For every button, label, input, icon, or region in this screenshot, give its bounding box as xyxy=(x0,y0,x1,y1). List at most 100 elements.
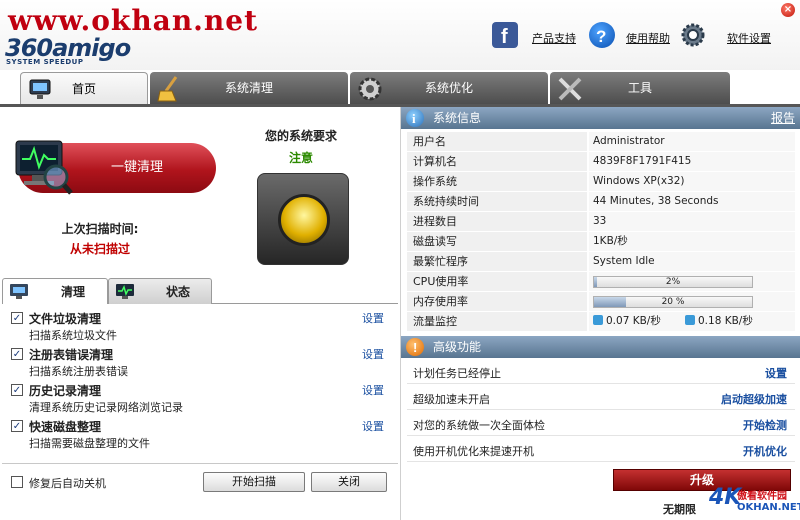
list-item: 计划任务已经停止 设置 xyxy=(407,360,795,384)
last-scan-value: 从未扫描过 xyxy=(69,242,130,256)
site-logo: 4K 傲看软件园 OKHAN.NET xyxy=(709,485,800,520)
info-value: System Idle xyxy=(589,252,795,271)
upload-speed-value: 0.07 KB/秒 xyxy=(606,315,661,327)
disk-defrag-checkbox[interactable]: ✓ xyxy=(11,420,23,432)
help-link[interactable]: 使用帮助 xyxy=(626,30,670,46)
info-value: 1KB/秒 xyxy=(589,232,795,251)
start-scan-button[interactable]: 开始扫描 xyxy=(203,472,305,492)
clean-monitor-icon xyxy=(9,283,31,301)
history-clean-checkbox[interactable]: ✓ xyxy=(11,384,23,396)
info-value: 33 xyxy=(589,212,795,231)
boot-optimize-link[interactable]: 开机优化 xyxy=(743,443,787,459)
facebook-icon[interactable]: f xyxy=(492,22,518,48)
system-info-header: i 系统信息 报告 xyxy=(401,107,800,129)
scheduled-task-settings-link[interactable]: 设置 xyxy=(765,365,787,381)
info-key: 计算机名 xyxy=(407,152,587,171)
list-item: ✓ 注册表错误清理 扫描系统注册表错误 设置 xyxy=(2,342,398,378)
item-title: 历史记录清理 xyxy=(29,384,102,398)
memory-usage-label: 内存使用率 xyxy=(407,292,587,311)
download-speed-value: 0.18 KB/秒 xyxy=(698,315,753,327)
info-value: Administrator xyxy=(589,132,795,151)
advanced-text: 对您的系统做一次全面体检 xyxy=(413,419,545,432)
list-item: ✓ 快速磁盘整理 扫描需要磁盘整理的文件 设置 xyxy=(2,414,398,450)
info-value: 4839F8F1791F415 xyxy=(589,152,795,171)
subtab-clean[interactable]: 清理 xyxy=(2,278,108,304)
system-info-title: 系统信息 xyxy=(433,111,482,125)
report-link[interactable]: 报告 xyxy=(771,107,795,129)
memory-usage-bar: 20 % xyxy=(593,296,753,308)
subtab-status[interactable]: 状态 xyxy=(108,278,212,304)
info-key: 用户名 xyxy=(407,132,587,151)
product-support-link[interactable]: 产品支持 xyxy=(532,30,576,46)
advanced-text: 超级加速未开启 xyxy=(413,393,490,406)
sub-tabs: 清理 状态 xyxy=(2,278,398,304)
info-key: 系统持续时间 xyxy=(407,192,587,211)
start-checkup-link[interactable]: 开始检测 xyxy=(743,417,787,433)
table-row: CPU使用率 2% xyxy=(407,272,795,292)
super-accelerate-link[interactable]: 启动超级加速 xyxy=(721,391,787,407)
table-row: 系统持续时间 44 Minutes, 38 Seconds xyxy=(407,192,795,212)
monitor-scan-icon xyxy=(14,133,74,199)
item-description: 扫描系统注册表错误 xyxy=(29,365,128,378)
close-button[interactable]: 关闭 xyxy=(311,472,387,492)
table-row: 计算机名 4839F8F1791F415 xyxy=(407,152,795,172)
disk-defrag-settings-link[interactable]: 设置 xyxy=(362,418,384,434)
app-window: www.okhan.net 360amigo SYSTEM SPEEDUP f … xyxy=(0,0,800,520)
svg-text:?: ? xyxy=(596,27,606,46)
file-junk-checkbox[interactable]: ✓ xyxy=(11,312,23,324)
history-clean-settings-link[interactable]: 设置 xyxy=(362,382,384,398)
list-item: 超级加速未开启 启动超级加速 xyxy=(407,386,795,410)
download-speed: 0.18 KB/秒 xyxy=(685,312,753,331)
advanced-text: 使用开机优化来提速开机 xyxy=(413,445,534,458)
subtab-status-label: 状态 xyxy=(165,285,190,299)
memory-usage-value: 20 % xyxy=(661,297,685,307)
cpu-usage-label: CPU使用率 xyxy=(407,272,587,291)
item-title: 文件垃圾清理 xyxy=(29,312,102,326)
table-row: 磁盘读写 1KB/秒 xyxy=(407,232,795,252)
upload-speed: 0.07 KB/秒 xyxy=(593,312,661,331)
help-icon[interactable]: ? xyxy=(589,22,615,48)
info-key: 操作系统 xyxy=(407,172,587,191)
tab-system-optimize[interactable]: 系统优化 xyxy=(350,72,548,105)
file-junk-settings-link[interactable]: 设置 xyxy=(362,310,384,326)
advanced-title: 高级功能 xyxy=(433,340,482,354)
info-key: 磁盘读写 xyxy=(407,232,587,251)
svg-text:i: i xyxy=(412,111,416,126)
advanced-text: 计划任务已经停止 xyxy=(413,367,501,380)
traffic-monitor-cell: 0.07 KB/秒 0.18 KB/秒 xyxy=(589,312,795,331)
memory-usage-cell: 20 % xyxy=(589,292,795,311)
subtab-clean-label: 清理 xyxy=(60,285,85,299)
settings-link[interactable]: 软件设置 xyxy=(727,30,771,46)
table-row: 流量监控 0.07 KB/秒 0.18 KB/秒 xyxy=(407,312,795,332)
watermark-text: www.okhan.net xyxy=(8,4,259,37)
bottom-action-bar: 修复后自动关机 开始扫描 关闭 xyxy=(2,463,398,499)
site-logo-line2: OKHAN.NET xyxy=(737,502,800,513)
info-icon: i xyxy=(406,109,424,127)
auto-shutdown-checkbox[interactable] xyxy=(11,476,23,488)
item-description: 扫描系统垃圾文件 xyxy=(29,329,117,342)
tab-system-optimize-label: 系统优化 xyxy=(424,81,473,95)
tab-system-clean[interactable]: 系统清理 xyxy=(150,72,348,105)
item-title: 注册表错误清理 xyxy=(29,348,114,362)
tab-home-label: 首页 xyxy=(71,82,96,96)
info-key: 进程数目 xyxy=(407,212,587,231)
table-row: 进程数目 33 xyxy=(407,212,795,232)
gear-icon[interactable] xyxy=(680,22,706,48)
site-logo-line1: 傲看软件园 xyxy=(737,491,787,502)
advanced-header: ! 高级功能 xyxy=(401,336,800,358)
info-key: 最繁忙程序 xyxy=(407,252,587,271)
tab-tools[interactable]: 工具 xyxy=(550,72,730,105)
registry-error-checkbox[interactable]: ✓ xyxy=(11,348,23,360)
last-scan-label: 上次扫描时间: xyxy=(61,222,139,236)
status-monitor-icon xyxy=(115,283,137,301)
tab-tools-label: 工具 xyxy=(627,81,652,95)
close-window-button[interactable]: × xyxy=(781,3,795,17)
unlimited-text: 无期限 xyxy=(663,503,696,516)
registry-error-settings-link[interactable]: 设置 xyxy=(362,346,384,362)
list-item: 对您的系统做一次全面体检 开始检测 xyxy=(407,412,795,436)
clean-items-list: ✓ 文件垃圾清理 扫描系统垃圾文件 设置 ✓ 注册表错误清理 扫描系统注册表错误… xyxy=(2,304,398,464)
tab-home[interactable]: 首页 xyxy=(20,72,148,105)
home-right-panel: i 系统信息 报告 用户名 Administrator 计算机名 4839F8F… xyxy=(400,107,800,520)
cpu-usage-cell: 2% xyxy=(589,272,795,291)
item-description: 扫描需要磁盘整理的文件 xyxy=(29,437,150,450)
